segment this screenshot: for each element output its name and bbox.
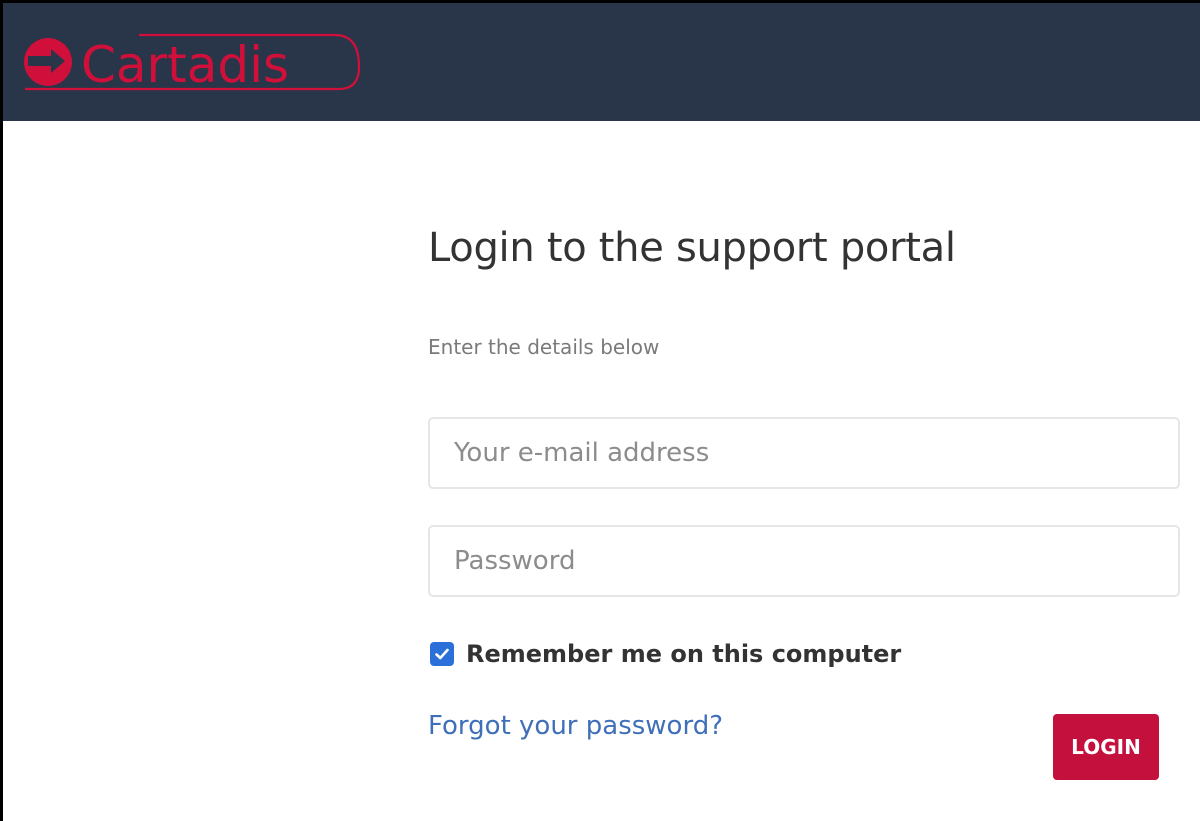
- remember-me-option[interactable]: Remember me on this computer: [430, 640, 901, 668]
- page-title: Login to the support portal: [428, 225, 956, 271]
- checkmark-icon: [435, 648, 449, 660]
- remember-me-checkbox[interactable]: [430, 642, 454, 666]
- cartadis-logo[interactable]: Cartadis: [21, 23, 366, 93]
- email-input[interactable]: [428, 417, 1180, 489]
- remember-me-label: Remember me on this computer: [466, 640, 902, 668]
- page-subtitle: Enter the details below: [428, 335, 660, 359]
- forgot-password-link[interactable]: Forgot your password?: [428, 706, 723, 746]
- login-button[interactable]: LOGIN: [1053, 714, 1159, 780]
- page-frame: Cartadis Login to the support portal Ent…: [0, 0, 1200, 821]
- brand-wordmark: Cartadis: [81, 36, 289, 93]
- password-input[interactable]: [428, 525, 1180, 597]
- login-panel: Login to the support portal Enter the de…: [425, 3, 1183, 821]
